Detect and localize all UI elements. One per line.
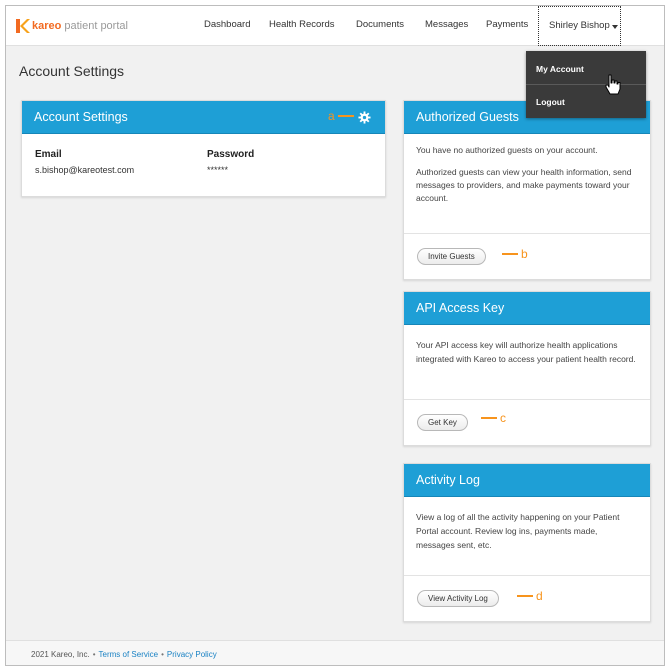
user-menu-toggle[interactable]: Shirley Bishop bbox=[538, 6, 621, 46]
guests-description: Authorized guests can view your health i… bbox=[416, 167, 632, 203]
menu-divider bbox=[526, 84, 646, 85]
guests-empty-text: You have no authorized guests on your ac… bbox=[416, 145, 598, 155]
brand-logo[interactable]: kareo patient portal bbox=[16, 18, 128, 34]
annotation-line bbox=[337, 114, 354, 117]
card-title: Activity Log bbox=[416, 473, 480, 487]
card-title: Account Settings bbox=[34, 110, 128, 124]
brand-name: kareo bbox=[32, 20, 62, 32]
annotation-b: b bbox=[499, 247, 528, 261]
menu-item-my-account[interactable]: My Account bbox=[536, 64, 584, 74]
annotation-label: a bbox=[328, 109, 335, 123]
annotation-label: c bbox=[500, 411, 506, 425]
password-label: Password bbox=[207, 149, 255, 160]
account-settings-card: Account Settings a Email s.bishop@kareot… bbox=[21, 100, 386, 197]
account-settings-header: Account Settings a bbox=[22, 101, 385, 134]
menu-item-logout[interactable]: Logout bbox=[536, 97, 565, 107]
activity-log-body: View a log of all the activity happening… bbox=[404, 497, 650, 562]
authorized-guests-footer: Invite Guests b bbox=[404, 233, 650, 279]
annotation-c: c bbox=[478, 411, 506, 425]
api-access-key-header: API Access Key bbox=[404, 292, 650, 325]
activity-log-header: Activity Log bbox=[404, 464, 650, 497]
page-title: Account Settings bbox=[19, 63, 125, 79]
nav-health-records[interactable]: Health Records bbox=[269, 19, 334, 30]
email-value: s.bishop@kareotest.com bbox=[35, 165, 135, 175]
api-access-key-footer: Get Key c bbox=[404, 399, 650, 445]
authorized-guests-card: Authorized Guests You have no authorized… bbox=[403, 100, 651, 280]
api-key-description: Your API access key will authorize healt… bbox=[416, 340, 636, 364]
card-title: API Access Key bbox=[416, 301, 505, 315]
brand-product: patient portal bbox=[64, 20, 128, 32]
user-dropdown-menu: My Account Logout bbox=[526, 51, 646, 118]
hand-pointer-cursor-icon bbox=[605, 74, 621, 95]
copyright-text: 2021 Kareo, Inc. bbox=[31, 650, 90, 659]
caret-down-icon bbox=[612, 25, 618, 29]
separator-dot: • bbox=[92, 650, 96, 659]
nav-messages[interactable]: Messages bbox=[425, 19, 468, 30]
annotation-label: d bbox=[536, 589, 543, 603]
view-activity-log-button[interactable]: View Activity Log bbox=[417, 590, 499, 607]
privacy-policy-link[interactable]: Privacy Policy bbox=[167, 650, 217, 659]
authorized-guests-body: You have no authorized guests on your ac… bbox=[404, 134, 650, 215]
user-name: Shirley Bishop bbox=[549, 20, 610, 31]
gear-icon[interactable] bbox=[358, 111, 371, 124]
email-label: Email bbox=[35, 149, 62, 160]
annotation-a: a bbox=[328, 109, 357, 123]
top-navbar: kareo patient portal Dashboard Health Re… bbox=[6, 6, 664, 46]
card-title: Authorized Guests bbox=[416, 110, 519, 124]
invite-guests-button[interactable]: Invite Guests bbox=[417, 248, 486, 265]
annotation-line bbox=[517, 594, 533, 597]
annotation-line bbox=[481, 416, 497, 419]
annotation-d: d bbox=[514, 589, 543, 603]
terms-of-service-link[interactable]: Terms of Service bbox=[99, 650, 159, 659]
annotation-line bbox=[502, 252, 518, 255]
activity-log-description: View a log of all the activity happening… bbox=[416, 512, 620, 550]
kareo-k-icon bbox=[16, 19, 30, 33]
api-access-key-body: Your API access key will authorize healt… bbox=[404, 325, 650, 376]
nav-dashboard[interactable]: Dashboard bbox=[204, 19, 250, 30]
page-footer: 2021 Kareo, Inc. • Terms of Service • Privac… bbox=[6, 640, 664, 665]
separator-dot: • bbox=[161, 650, 164, 659]
password-value: ****** bbox=[207, 165, 229, 175]
app-window: kareo patient portal Dashboard Health Re… bbox=[5, 5, 665, 666]
activity-log-footer: View Activity Log d bbox=[404, 575, 650, 621]
activity-log-card: Activity Log View a log of all the activ… bbox=[403, 463, 651, 622]
get-key-button[interactable]: Get Key bbox=[417, 414, 468, 431]
annotation-label: b bbox=[521, 247, 528, 261]
api-access-key-card: API Access Key Your API access key will … bbox=[403, 291, 651, 446]
nav-documents[interactable]: Documents bbox=[356, 19, 404, 30]
nav-payments[interactable]: Payments bbox=[486, 19, 528, 30]
